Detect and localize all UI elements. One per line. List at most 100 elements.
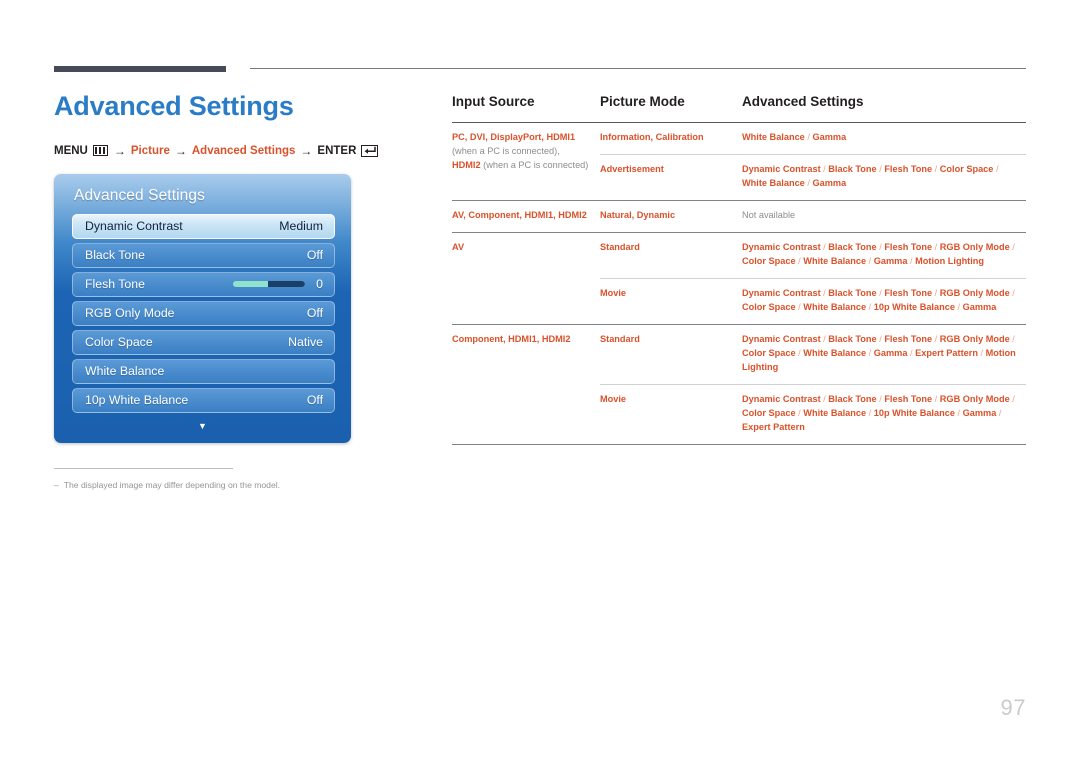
cell-advanced-settings: Dynamic Contrast / Black Tone / Flesh To… (742, 154, 1026, 201)
osd-row-value: Native (288, 335, 323, 350)
osd-slider[interactable] (233, 281, 306, 288)
table-row: AV, Component, HDMI1, HDMI2 Natural, Dyna… (452, 200, 1026, 233)
osd-panel: Advanced Settings Dynamic Contrast Medium… (54, 173, 351, 443)
osd-title: Advanced Settings (74, 186, 205, 204)
text-accent: Black Tone (828, 241, 877, 252)
breadcrumb-menu-label: MENU (54, 144, 88, 157)
table-row: PC, DVI, DisplayPort, HDMI1 (when a PC i… (452, 122, 1026, 201)
settings-separator: / (1009, 287, 1015, 298)
text-accent: White Balance (803, 255, 867, 266)
cell-input-source: AV (452, 232, 600, 325)
text-accent: Color Space (742, 301, 796, 312)
cell-advanced-settings: Not available (742, 200, 1026, 233)
osd-row-value: Off (306, 393, 323, 408)
text-accent: Dynamic Contrast (742, 287, 821, 298)
cell-advanced-settings: Dynamic Contrast / Black Tone / Flesh To… (742, 324, 1026, 385)
breadcrumb: MENU → Picture → Advanced Settings → ENT… (54, 144, 404, 158)
osd-row[interactable]: 10p White Balance Off (72, 387, 335, 413)
spec-table-body: PC, DVI, DisplayPort, HDMI1 (when a PC i… (452, 122, 1026, 445)
text-accent: Black Tone (828, 393, 877, 404)
osd-row[interactable]: Dynamic Contrast Medium (72, 213, 335, 239)
settings-separator: / (866, 347, 874, 358)
cell-advanced-settings: Dynamic Contrast / Black Tone / Flesh To… (742, 384, 1026, 445)
table-row: AV Standard Dynamic Contrast / Black Tone … (452, 232, 1026, 325)
settings-separator: / (907, 347, 916, 358)
text-accent: RGB Only Mode (939, 287, 1010, 298)
enter-return-icon (361, 144, 379, 157)
osd-row[interactable]: Color Space Native (72, 329, 335, 355)
text-accent: White Balance (742, 132, 805, 142)
osd-row[interactable]: RGB Only Mode Off (72, 300, 335, 326)
text-accent: Dynamic Contrast (742, 163, 821, 174)
text-accent: Flesh Tone (884, 393, 933, 404)
header-rule (54, 66, 1026, 74)
breadcrumb-arrow-2: → (174, 143, 187, 158)
text-accent: Motion Lighting (915, 255, 985, 266)
text-accent: White Balance (803, 347, 867, 358)
footnote-text-row: – The displayed image may differ dependi… (54, 479, 300, 491)
osd-row-label: White Balance (85, 364, 165, 379)
breadcrumb-enter-label: ENTER (317, 144, 357, 157)
settings-separator: / (1009, 241, 1015, 252)
spec-table-wrap: Input Source Picture Mode Advanced Setti… (452, 94, 1026, 445)
osd-row-label: Color Space (85, 335, 153, 350)
text-accent: Flesh Tone (884, 333, 933, 344)
footnote-rule (54, 467, 233, 469)
osd-row-value: Off (306, 306, 323, 321)
text-accent: RGB Only Mode (939, 241, 1010, 252)
settings-separator: / (932, 333, 940, 344)
text-accent: Information (600, 132, 651, 142)
text-muted: Not available (742, 209, 796, 220)
cell-picture-mode: Information, Calibration (600, 122, 742, 155)
text-accent: HDMI1 (524, 209, 554, 220)
column-header-picture-mode: Picture Mode (600, 94, 742, 123)
text-accent: White Balance (803, 301, 867, 312)
text-accent: PC (452, 132, 465, 142)
osd-row[interactable]: White Balance (72, 358, 335, 384)
text-accent: Gamma (873, 347, 908, 358)
footnote: – The displayed image may differ dependi… (54, 467, 300, 491)
osd-row-value: 0 (316, 277, 323, 292)
text-accent: DisplayPort (490, 132, 542, 142)
page-title: Advanced Settings (54, 91, 294, 121)
osd-menu-list[interactable]: Dynamic Contrast Medium Black Tone Off Flesh… (72, 213, 335, 413)
chevron-down-icon[interactable]: ▼ (54, 421, 351, 431)
text-accent: White Balance (742, 177, 805, 188)
text-accent: 10p White Balance (873, 301, 955, 312)
text-accent: Flesh Tone (884, 163, 933, 174)
breadcrumb-arrow-3: → (300, 143, 313, 158)
osd-row-value: Off (306, 248, 323, 263)
settings-separator: / (954, 301, 963, 312)
text-accent: HDMI1 (508, 333, 537, 344)
text-accent: Standard (600, 333, 640, 344)
cell-input-source: AV, Component, HDMI1, HDMI2 (452, 200, 600, 233)
column-header-advanced-settings: Advanced Settings (742, 94, 1026, 123)
spec-table-head: Input Source Picture Mode Advanced Setti… (452, 94, 1026, 123)
settings-separator: / (996, 407, 1002, 418)
text-accent: HDMI2 (558, 209, 587, 220)
page-number: 97 (1000, 695, 1026, 720)
header-rule-thick (54, 66, 226, 72)
text-accent: Gamma (812, 132, 847, 142)
text-accent: Gamma (962, 301, 997, 312)
text-accent: Black Tone (828, 163, 877, 174)
osd-row[interactable]: Flesh Tone 0 (72, 271, 335, 297)
breadcrumb-advanced-settings: Advanced Settings (191, 144, 296, 157)
text-accent: Dynamic Contrast (742, 241, 821, 252)
osd-row[interactable]: Black Tone Off (72, 242, 335, 268)
cell-picture-mode: Natural, Dynamic (600, 200, 742, 233)
settings-separator: / (866, 255, 874, 266)
text-accent: Color Space (742, 407, 796, 418)
text-muted: (when a PC is connected) (483, 159, 589, 170)
text-accent: AV (452, 209, 464, 220)
text-accent: Standard (600, 241, 640, 252)
text-accent: HDMI2 (452, 159, 481, 170)
text-accent: Movie (600, 393, 627, 404)
text-accent: Dynamic (636, 209, 676, 220)
settings-separator: / (866, 301, 874, 312)
osd-row-label: Black Tone (85, 248, 145, 263)
settings-separator: / (977, 347, 986, 358)
text-accent: Black Tone (828, 287, 877, 298)
text-muted: (when a PC is connected), (452, 145, 560, 156)
text-accent: Dynamic Contrast (742, 333, 821, 344)
